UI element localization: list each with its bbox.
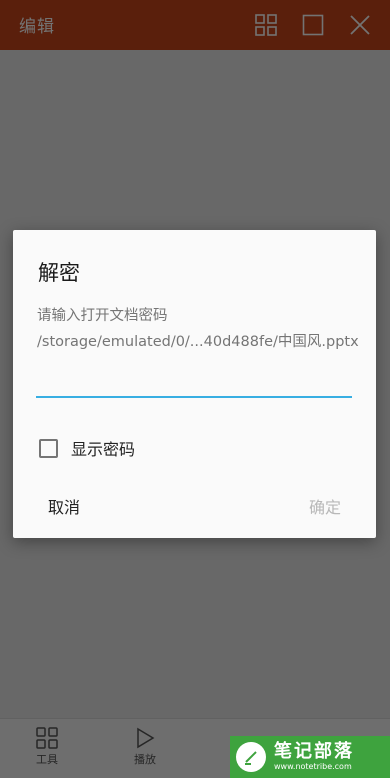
show-password-label: 显示密码 xyxy=(71,440,136,459)
show-password-checkbox[interactable] xyxy=(39,438,58,458)
watermark-url: www.notetribe.com xyxy=(274,762,352,771)
decrypt-dialog: 解密 请输入打开文档密码 /storage/emulated/0/...40d4… xyxy=(13,230,376,538)
pen-icon xyxy=(236,742,266,772)
file-path: /storage/emulated/0/...40d488fe/中国风.pptx xyxy=(37,334,359,350)
password-prompt: 请输入打开文档密码 xyxy=(37,308,168,324)
password-input[interactable] xyxy=(36,368,352,398)
watermark-title: 笔记部落 xyxy=(274,741,354,762)
dialog-title: 解密 xyxy=(38,261,80,285)
show-password-toggle[interactable]: 显示密码 xyxy=(39,437,135,459)
confirm-button[interactable]: 确定 xyxy=(309,494,341,518)
cancel-button[interactable]: 取消 xyxy=(48,494,80,518)
watermark-badge: 笔记部落 www.notetribe.com xyxy=(230,736,390,778)
dialog-message: 请输入打开文档密码 /storage/emulated/0/...40d488f… xyxy=(37,303,359,355)
